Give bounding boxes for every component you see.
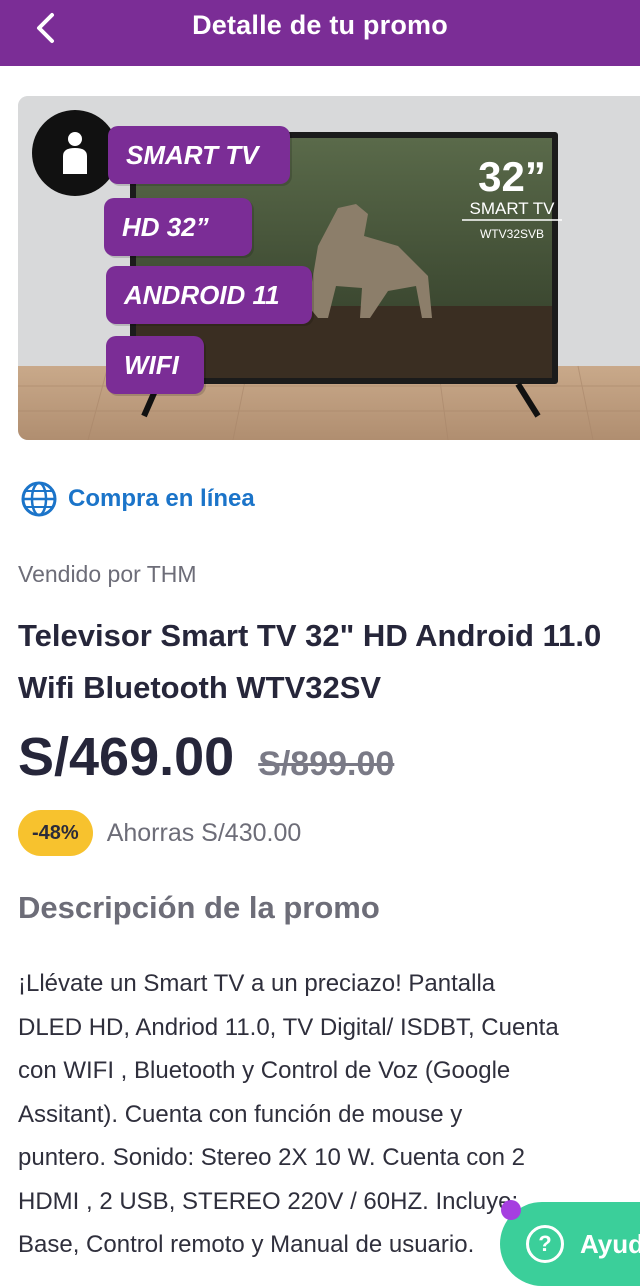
globe-icon	[21, 481, 57, 517]
price-row: S/469.00 S/899.00	[18, 726, 394, 788]
product-title-line: Wifi Bluetooth WTV32SV	[18, 670, 382, 705]
feature-chip: WIFI	[106, 336, 204, 394]
chevron-left-icon	[37, 13, 54, 43]
feature-chip: HD 32”	[104, 198, 252, 256]
description-line: ¡Llévate un Smart TV a un preciazo! Pant…	[18, 970, 496, 997]
online-purchase-label: Compra en línea	[68, 485, 255, 512]
original-price: S/899.00	[258, 745, 395, 783]
product-title: Televisor Smart TV 32" HD Android 11.0 W…	[18, 610, 640, 714]
seller-text: Vendido por THM	[18, 561, 197, 587]
product-banner-image: 32” SMART TV WTV32SVB SMART TV HD 32” AN…	[18, 96, 640, 440]
savings-text: Ahorras S/430.00	[106, 818, 302, 847]
page-title: Detalle de tu promo	[192, 9, 448, 40]
brand-logo-icon	[32, 110, 118, 196]
feature-chip: ANDROID 11	[106, 266, 312, 324]
tv-model-text: WTV32SVB	[480, 227, 544, 241]
back-button[interactable]	[26, 8, 66, 48]
notification-dot	[501, 1200, 521, 1220]
current-price: S/469.00	[18, 727, 235, 787]
description-line: puntero. Sonido: Stereo 2X 10 W. Cuenta …	[18, 1144, 525, 1171]
description-title: Descripción de la promo	[18, 890, 380, 925]
online-purchase-link[interactable]: Compra en línea	[20, 480, 255, 518]
help-label: Ayuda	[580, 1228, 640, 1259]
help-button[interactable]: ? Ayuda	[500, 1202, 640, 1286]
question-icon: ?	[526, 1225, 564, 1263]
product-title-line: Televisor Smart TV 32" HD Android 11.0	[18, 618, 602, 653]
description-line: con WIFI , Bluetooth y Control de Voz (G…	[18, 1057, 511, 1084]
description-line: DLED HD, Andriod 11.0, TV Digital/ ISDBT…	[18, 1013, 559, 1041]
description-line: Assitant). Cuenta con función de mouse y	[18, 1100, 463, 1128]
top-bar: Detalle de tu promo	[0, 0, 640, 66]
feature-chip: SMART TV	[108, 126, 290, 184]
tv-label-text: SMART TV	[469, 199, 555, 218]
savings-row: -48% Ahorras S/430.00	[18, 810, 301, 856]
discount-badge: -48%	[18, 810, 93, 856]
tv-size-text: 32”	[478, 153, 546, 200]
